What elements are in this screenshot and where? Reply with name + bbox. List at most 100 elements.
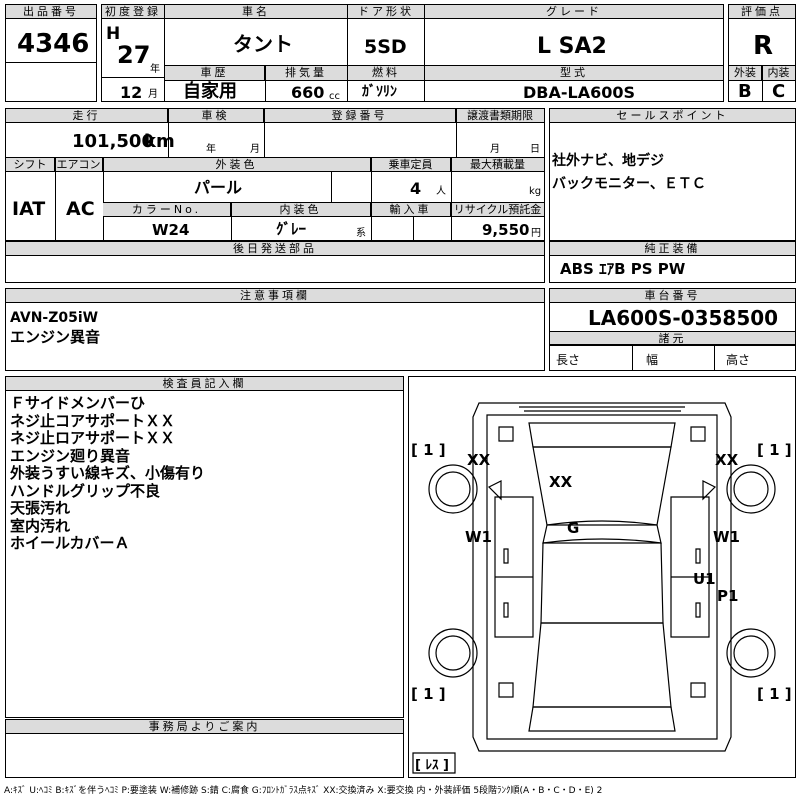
score-label: 評価点 bbox=[729, 5, 795, 19]
inspector-note: 室内汚れ bbox=[10, 516, 71, 535]
displacement: 660 bbox=[291, 83, 325, 102]
spec-height: 高さ bbox=[726, 353, 751, 367]
car-diagram-box: XX XX XX G W1 W1 U1 P1 [ 1 ] [ 1 ] [ 1 ]… bbox=[408, 376, 796, 778]
int-label: 内装 bbox=[762, 66, 795, 81]
equipment-value: ABS ｴｱB PS PW bbox=[560, 260, 686, 278]
inspector-note: Ｆサイドメンバーひ bbox=[10, 394, 146, 412]
intcolor-label: 内装色 bbox=[231, 203, 371, 217]
seats-unit: 人 bbox=[436, 186, 446, 197]
reg-month: 12 bbox=[120, 83, 143, 102]
inspector-notes: Ｆサイドメンバーひ ネジ止コアサポートＸＸ ネジ止ロアサポートＸＸ エンジン廻り… bbox=[10, 394, 206, 553]
later-parts-box: 後日発送部品 bbox=[5, 241, 545, 283]
transfer-label: 譲渡書類期限 bbox=[456, 109, 544, 123]
ext-score: B bbox=[738, 81, 752, 102]
mark-p1: P1 bbox=[717, 587, 738, 605]
sales-point-box: セールスポイント 社外ナビ、地デジ バックモニター、ＥＴＣ bbox=[549, 108, 796, 241]
caution-line-2: エンジン異音 bbox=[10, 328, 101, 346]
sales-point-label: セールスポイント bbox=[550, 109, 795, 123]
mark-xx-right: XX bbox=[715, 451, 739, 469]
car-diagram: XX XX XX G W1 W1 U1 P1 [ 1 ] [ 1 ] [ 1 ]… bbox=[411, 402, 792, 774]
load-unit: kg bbox=[529, 186, 542, 197]
month-unit: 月 bbox=[148, 89, 158, 100]
shift: IAT bbox=[12, 198, 46, 220]
caution-label: 注意事項欄 bbox=[6, 289, 544, 303]
mark-g: G bbox=[567, 519, 579, 537]
chassis-box: 車台番号 LA600S-0358500 諸元 長さ 幅 高さ bbox=[549, 288, 796, 371]
lot-label: 出品番号 bbox=[6, 5, 96, 19]
reg-year: 27 bbox=[117, 41, 151, 69]
disp-label: 排気量 bbox=[265, 66, 347, 81]
right-doors bbox=[670, 496, 710, 638]
mark-w1-right: W1 bbox=[713, 528, 740, 546]
exterior-color: パール bbox=[194, 178, 243, 197]
interior-color: ｸﾞﾚｰ bbox=[276, 220, 307, 238]
insp-year-unit: 年 bbox=[206, 144, 216, 155]
left-doors bbox=[494, 496, 534, 638]
transfer-month-unit: 月 bbox=[490, 144, 500, 155]
spec-length: 長さ bbox=[556, 353, 581, 367]
office-box: 事務局よりご案内 bbox=[5, 719, 404, 778]
inspector-box: 検査員記入欄 Ｆサイドメンバーひ ネジ止コアサポートＸＸ ネジ止ロアサポートＸＸ… bbox=[5, 376, 404, 718]
rear-glass bbox=[532, 622, 672, 708]
tire-rear-left: [ 1 ] bbox=[411, 685, 446, 703]
fuel-label: 燃料 bbox=[348, 66, 424, 81]
recycle-unit: 円 bbox=[531, 228, 541, 239]
lot-box: 出品番号 4346 bbox=[5, 4, 97, 102]
spec-label: 諸元 bbox=[550, 331, 795, 345]
ext-label: 外装 bbox=[729, 66, 762, 81]
mileage-unit: km bbox=[144, 131, 175, 152]
model-label: 型式 bbox=[425, 66, 723, 81]
aircon: AC bbox=[66, 198, 95, 220]
year-unit: 年 bbox=[150, 64, 160, 75]
inspector-note: ホイールカバーＡ bbox=[10, 534, 130, 552]
intcolor-unit: 系 bbox=[356, 228, 366, 239]
insp-month-unit: 月 bbox=[250, 144, 260, 155]
chassis-label: 車台番号 bbox=[550, 289, 795, 303]
inspection-label: 車検 bbox=[168, 109, 264, 123]
mark-xx-center: XX bbox=[549, 473, 573, 491]
car-name: タント bbox=[233, 32, 293, 56]
transfer-day-unit: 日 bbox=[530, 144, 540, 155]
details-box: 走行 車検 登録番号 譲渡書類期限 101,500 km 年 月 月 日 シフト… bbox=[5, 108, 545, 241]
mileage: 101,500 bbox=[72, 131, 154, 152]
sales-line-1: 社外ナビ、地デジ bbox=[552, 153, 664, 169]
mark-u1: U1 bbox=[693, 570, 716, 588]
roof-panel bbox=[540, 542, 664, 624]
equipment-label: 純正装備 bbox=[550, 242, 795, 256]
score-box: 評価点 R 外装 内装 B C bbox=[728, 4, 796, 102]
spec-width: 幅 bbox=[646, 353, 659, 367]
tire-front-left: [ 1 ] bbox=[411, 441, 446, 459]
equipment-box: 純正装備 ABS ｴｱB PS PW bbox=[549, 241, 796, 283]
door-type: 5SD bbox=[364, 36, 407, 58]
grade: L SA2 bbox=[537, 34, 607, 59]
tire-rear-right: [ 1 ] bbox=[757, 685, 792, 703]
caution-box: 注意事項欄 AVN-Z05iW エンジン異音 bbox=[5, 288, 545, 371]
load-label: 最大積載量 bbox=[451, 158, 544, 172]
model-code: DBA-LA600S bbox=[523, 83, 635, 102]
inspector-note: ハンドルグリップ不良 bbox=[10, 481, 161, 500]
car-history: 自家用 bbox=[183, 81, 237, 102]
int-score: C bbox=[772, 81, 786, 102]
import-label: 輸入車 bbox=[371, 203, 451, 217]
mileage-label: 走行 bbox=[6, 109, 168, 123]
shift-label: シフト bbox=[6, 158, 55, 172]
chassis-number: LA600S-0358500 bbox=[588, 306, 779, 330]
door-box: ドア形状 5SD 燃料 ｶﾞｿﾘﾝ bbox=[347, 4, 425, 102]
inspector-note: 天張汚れ bbox=[10, 499, 71, 517]
regno-label: 登録番号 bbox=[264, 109, 456, 123]
name-label: 車名 bbox=[165, 5, 347, 19]
disp-unit: cc bbox=[329, 91, 340, 102]
color-label: 外装色 bbox=[103, 158, 371, 172]
mark-w1-left: W1 bbox=[465, 528, 492, 546]
sales-line-2: バックモニター、ＥＴＣ bbox=[552, 176, 706, 192]
office-label: 事務局よりご案内 bbox=[6, 720, 403, 734]
later-parts-label: 後日発送部品 bbox=[6, 242, 544, 256]
inspector-note: ネジ止ロアサポートＸＸ bbox=[10, 429, 176, 447]
score: R bbox=[753, 31, 774, 61]
inspector-note: ネジ止コアサポートＸＸ bbox=[10, 411, 176, 430]
hood-panel bbox=[528, 422, 676, 448]
seats-label: 乗車定員 bbox=[371, 158, 451, 172]
inspector-note: エンジン廻り異音 bbox=[10, 446, 131, 465]
inspector-note: 外装うすい線キズ、小傷有り bbox=[10, 464, 206, 482]
name-box: 車名 タント 車歴 排気量 自家用 660 cc bbox=[164, 4, 348, 102]
